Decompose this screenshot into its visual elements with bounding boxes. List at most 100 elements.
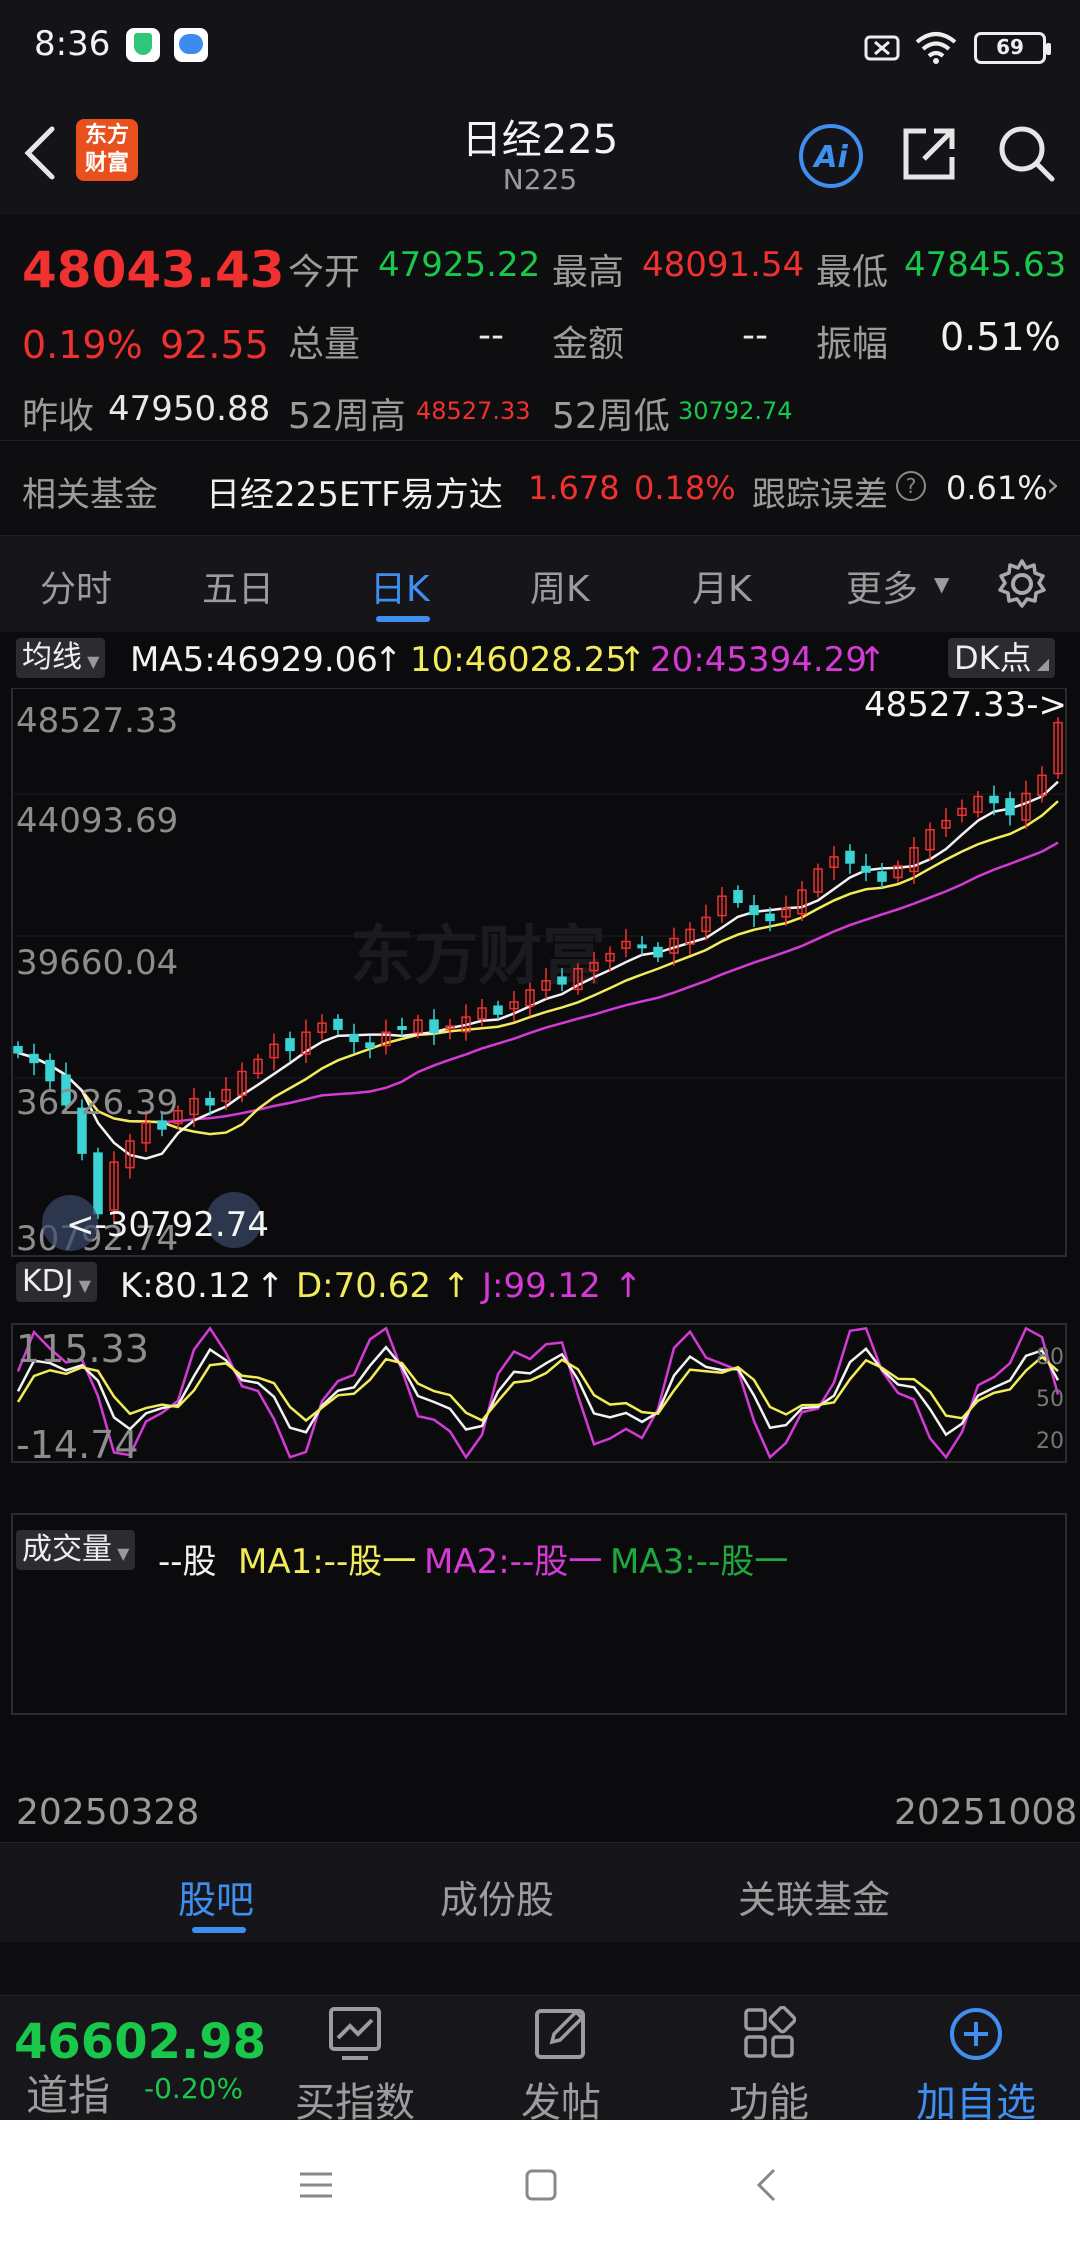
low-label: 最低 bbox=[816, 252, 889, 293]
candle bbox=[989, 795, 999, 804]
tab-constituents[interactable]: 成份股 bbox=[440, 1869, 554, 1924]
amplitude-value: 0.51% bbox=[940, 315, 1061, 359]
tab-guba[interactable]: 股吧 bbox=[178, 1869, 254, 1924]
kdj-d: D:70.62 bbox=[296, 1266, 431, 1306]
nav-buy-index[interactable]: 买指数 bbox=[290, 1996, 420, 2126]
volume-unit: --股 bbox=[158, 1542, 217, 1582]
bottom-nav: 46602.98 道指 -0.20% 买指数 发帖 功能 加自选 bbox=[0, 1995, 1080, 2126]
tab-more[interactable]: 更多 bbox=[846, 560, 918, 612]
price-axis-label: 48527.33 bbox=[16, 701, 178, 741]
system-back-icon[interactable] bbox=[754, 2166, 778, 2204]
ma-selector[interactable]: 均线 ▼ bbox=[16, 638, 106, 678]
kdj-selector[interactable]: KDJ ▼ bbox=[16, 1262, 98, 1302]
price-axis-label: 39660.04 bbox=[16, 943, 178, 983]
share-icon[interactable] bbox=[900, 125, 958, 183]
candle bbox=[765, 913, 775, 922]
add-circle-icon bbox=[950, 2008, 1002, 2060]
volume-selector-label: 成交量 bbox=[22, 1532, 112, 1567]
kdj-level-label: 50 bbox=[1036, 1387, 1064, 1412]
grid-icon bbox=[744, 2006, 796, 2058]
tab-daily-k[interactable]: 日K bbox=[370, 560, 430, 612]
candle bbox=[205, 1097, 215, 1106]
index-ticker[interactable]: 46602.98 道指 -0.20% bbox=[0, 1996, 270, 2121]
help-icon[interactable]: ? bbox=[896, 471, 926, 501]
tab-monthly-k[interactable]: 月K bbox=[692, 560, 752, 612]
tracking-error-value: 0.61% bbox=[946, 469, 1048, 507]
ma10-arrow: ↑ bbox=[618, 640, 647, 680]
caret-down-icon: ▼ bbox=[934, 572, 950, 596]
w52-high-label: 52周高 bbox=[288, 396, 406, 437]
candle bbox=[733, 890, 743, 904]
candle bbox=[349, 1033, 359, 1043]
nav-functions[interactable]: 功能 bbox=[704, 1996, 834, 2126]
candle bbox=[429, 1019, 439, 1033]
tab-five-day[interactable]: 五日 bbox=[202, 560, 274, 612]
svg-text:Ai: Ai bbox=[812, 140, 848, 175]
amplitude-label: 振幅 bbox=[816, 324, 889, 365]
candle bbox=[333, 1018, 343, 1030]
chart-icon bbox=[329, 2007, 381, 2060]
candle bbox=[845, 850, 855, 864]
tab-weekly-k[interactable]: 周K bbox=[530, 560, 590, 612]
price-axis-label: 44093.69 bbox=[16, 801, 178, 841]
system-nav-bar bbox=[0, 2120, 1080, 2248]
volume-value: -- bbox=[478, 315, 504, 356]
home-icon[interactable] bbox=[524, 2168, 558, 2202]
settings-gear-icon[interactable] bbox=[996, 558, 1048, 610]
kline-chart-area[interactable]: 均线 ▼ MA5:46929.06 ↑ 10:46028.25 ↑ 20:453… bbox=[0, 632, 1080, 1842]
candle bbox=[29, 1053, 39, 1064]
volume-selector[interactable]: 成交量 ▼ bbox=[16, 1530, 136, 1570]
candle bbox=[861, 865, 871, 873]
feed-peek bbox=[0, 1942, 1080, 1995]
header: 东方 财富 日经225 N225 Ai bbox=[0, 95, 1080, 215]
volume-ma1: MA1:--股一 bbox=[238, 1542, 417, 1582]
related-fund-label: 相关基金 bbox=[22, 475, 158, 515]
battery-icon: 69 bbox=[974, 32, 1051, 64]
nav-add-watchlist[interactable]: 加自选 bbox=[906, 1996, 1046, 2126]
candle bbox=[877, 871, 887, 882]
ai-icon[interactable]: Ai bbox=[798, 123, 864, 189]
fund-pct: 0.18% bbox=[634, 469, 736, 507]
volume-ma3: MA3:--股一 bbox=[610, 1542, 789, 1582]
max-price-marker: 48527.33-> bbox=[864, 688, 1067, 725]
app-root: 8:36 69 东方 财富 日经225 N225 Ai 48043.43 0.1… bbox=[0, 0, 1080, 2248]
active-tab-indicator bbox=[376, 616, 430, 622]
kdj-selector-label: KDJ bbox=[22, 1264, 74, 1299]
nav-post[interactable]: 发帖 bbox=[496, 1996, 626, 2126]
low-value: 47845.63 bbox=[904, 245, 1067, 285]
high-label: 最高 bbox=[552, 252, 625, 293]
candle bbox=[557, 976, 567, 985]
prev-close-value: 47950.88 bbox=[108, 389, 271, 429]
ma20-value: 20:45394.29 bbox=[650, 640, 867, 680]
kdj-d-arrow: ↑ bbox=[442, 1266, 471, 1306]
search-icon[interactable] bbox=[996, 123, 1056, 183]
tab-related-funds[interactable]: 关联基金 bbox=[738, 1869, 890, 1924]
candle bbox=[13, 1045, 23, 1054]
candle bbox=[397, 1026, 407, 1030]
end-date: 20251008 bbox=[894, 1792, 1078, 1833]
candle bbox=[45, 1059, 55, 1082]
kdj-k-line bbox=[16, 1345, 1060, 1437]
ticker-pct: -0.20% bbox=[144, 2072, 244, 2105]
kdj-k-arrow: ↑ bbox=[256, 1266, 285, 1306]
chat-app-icon bbox=[174, 28, 208, 62]
candle bbox=[637, 944, 647, 949]
candle bbox=[365, 1042, 375, 1049]
shield-app-icon bbox=[126, 28, 160, 62]
kline-chart[interactable]: 东方财富 48527.33 44093.69 39660.04 36226.39… bbox=[0, 688, 1080, 1842]
menu-icon[interactable] bbox=[298, 2170, 334, 2200]
dk-point-button[interactable]: DK点 ◢ bbox=[948, 638, 1056, 678]
related-fund-row[interactable]: 相关基金 日经225ETF易方达 1.678 0.18% 跟踪误差 ? 0.61… bbox=[0, 440, 1080, 536]
candle bbox=[653, 946, 663, 958]
amount-value: -- bbox=[742, 315, 768, 356]
ma10-value: 10:46028.25 bbox=[410, 640, 627, 680]
fund-name[interactable]: 日经225ETF易方达 bbox=[206, 467, 503, 516]
ticker-name: 道指 bbox=[26, 2071, 111, 2120]
min-price-marker: <-30792.74 bbox=[66, 1205, 269, 1245]
active-subtab-indicator bbox=[192, 1927, 246, 1933]
kdj-d-line bbox=[16, 1355, 1059, 1423]
status-time: 8:36 bbox=[34, 24, 111, 64]
tab-intraday[interactable]: 分时 bbox=[40, 560, 112, 612]
kdj-j-line bbox=[16, 1326, 1060, 1460]
chevron-right-icon[interactable]: › bbox=[1046, 465, 1060, 505]
